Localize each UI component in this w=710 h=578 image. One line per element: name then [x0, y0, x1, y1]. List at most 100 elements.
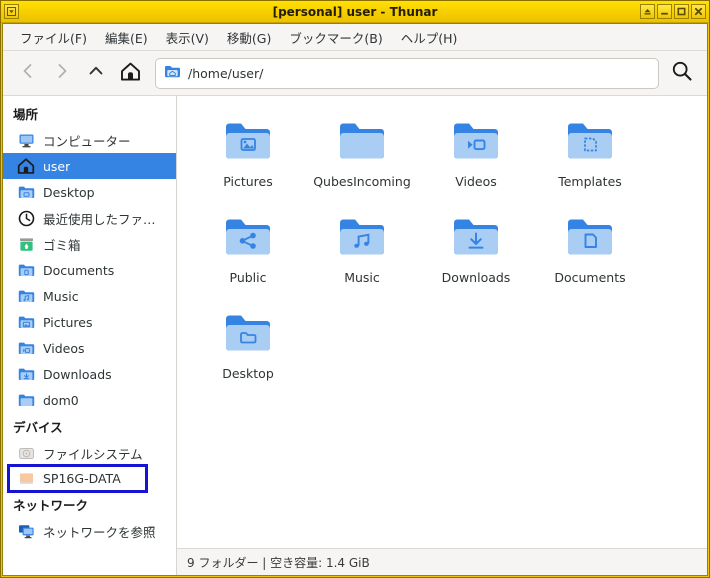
sidebar-item-documents[interactable]: Documents	[3, 257, 176, 283]
sidebar-item-dom0[interactable]: dom0	[3, 387, 176, 413]
home-folder-icon	[164, 63, 181, 84]
menu-view[interactable]: 表示(V)	[157, 25, 218, 50]
folder-templates-icon	[563, 114, 617, 168]
search-button[interactable]	[665, 57, 699, 89]
home-button[interactable]	[113, 57, 147, 89]
sidebar-item-downloads[interactable]: Downloads	[3, 361, 176, 387]
back-button[interactable]	[11, 57, 45, 89]
forward-button[interactable]	[45, 57, 79, 89]
sidebar: 場所 コンピューター user Desktop 最近使用したファ… ゴミ箱 Do…	[3, 96, 177, 575]
sidebar-item-label: コンピューター	[43, 133, 131, 149]
folder-videos-icon	[449, 114, 503, 168]
folder-documents-icon	[17, 261, 35, 279]
file-item-music[interactable]: Music	[305, 206, 419, 302]
file-item-label: Pictures	[223, 174, 273, 189]
folder-desktop-icon	[221, 306, 275, 360]
sidebar-item-pictures[interactable]: Pictures	[3, 309, 176, 335]
menu-go[interactable]: 移動(G)	[218, 25, 280, 50]
sidebar-item-trash[interactable]: ゴミ箱	[3, 231, 176, 257]
file-item-templates[interactable]: Templates	[533, 110, 647, 206]
sidebar-item-label: Videos	[43, 340, 85, 356]
menu-file[interactable]: ファイル(F)	[11, 25, 96, 50]
sidebar-item-videos[interactable]: Videos	[3, 335, 176, 361]
sidebar-section-devices-header: デバイス	[13, 420, 63, 435]
shade-button[interactable]	[640, 4, 655, 19]
sidebar-item-label: Documents	[43, 262, 115, 278]
status-bar: 9 フォルダー | 空き容量: 1.4 GiB	[177, 548, 707, 575]
path-text: /home/user/	[188, 65, 264, 81]
folder-documents-icon	[563, 210, 617, 264]
sidebar-item-label: ゴミ箱	[43, 237, 81, 253]
close-button[interactable]	[691, 4, 706, 19]
file-item-desktop[interactable]: Desktop	[191, 302, 305, 398]
folder-icon	[335, 114, 389, 168]
thunar-window: [personal] user - Thunar ファイル(F) 編集(E) 表…	[0, 0, 710, 578]
file-item-label: QubesIncoming	[313, 174, 411, 189]
clock-icon	[17, 209, 35, 227]
file-item-pictures[interactable]: Pictures	[191, 110, 305, 206]
folder-downloads-icon	[17, 365, 35, 383]
file-item-downloads[interactable]: Downloads	[419, 206, 533, 302]
folder-videos-icon	[17, 339, 35, 357]
sidebar-item-sp16g-data[interactable]: SP16G-DATA	[7, 464, 148, 493]
sidebar-item-filesystem[interactable]: ファイルシステム	[3, 440, 176, 466]
sidebar-item-label: Music	[43, 288, 79, 304]
folder-pictures-icon	[17, 313, 35, 331]
file-item-label: Public	[229, 270, 267, 285]
window-title: [personal] user - Thunar	[272, 5, 438, 19]
window-menu-button[interactable]	[4, 4, 19, 19]
chevron-right-icon	[52, 61, 72, 85]
minimize-button[interactable]	[657, 4, 672, 19]
sidebar-item-label: 最近使用したファ…	[43, 211, 156, 227]
menu-bookmarks[interactable]: ブックマーク(B)	[280, 25, 391, 50]
sidebar-item-recent[interactable]: 最近使用したファ…	[3, 205, 176, 231]
chevron-left-icon	[18, 61, 38, 85]
sidebar-item-label: ネットワークを参照	[43, 524, 156, 540]
status-text: 9 フォルダー | 空き容量: 1.4 GiB	[187, 555, 370, 570]
title-bar: [personal] user - Thunar	[1, 1, 709, 23]
sidebar-item-music[interactable]: Music	[3, 283, 176, 309]
network-icon	[17, 522, 35, 540]
folder-icon	[17, 391, 35, 409]
folder-downloads-icon	[449, 210, 503, 264]
sidebar-item-label: user	[43, 158, 71, 174]
sidebar-item-label: ファイルシステム	[43, 446, 143, 462]
file-item-public[interactable]: Public	[191, 206, 305, 302]
icon-view[interactable]: Pictures QubesIncoming Videos Templates …	[177, 96, 707, 548]
file-item-label: Documents	[554, 270, 626, 285]
main-pane: Pictures QubesIncoming Videos Templates …	[177, 96, 707, 575]
file-item-videos[interactable]: Videos	[419, 110, 533, 206]
file-item-label: Desktop	[222, 366, 274, 381]
sidebar-item-computer[interactable]: コンピューター	[3, 127, 176, 153]
sidebar-item-user[interactable]: user	[3, 153, 176, 179]
sidebar-item-label: dom0	[43, 392, 79, 408]
menu-edit[interactable]: 編集(E)	[96, 25, 157, 50]
path-entry[interactable]: /home/user/	[155, 57, 659, 89]
harddisk-icon	[17, 444, 35, 462]
menu-bar: ファイル(F) 編集(E) 表示(V) 移動(G) ブックマーク(B) ヘルプ(…	[3, 24, 707, 51]
file-item-label: Videos	[455, 174, 497, 189]
file-item-documents[interactable]: Documents	[533, 206, 647, 302]
file-item-qubesincoming[interactable]: QubesIncoming	[305, 110, 419, 206]
maximize-button[interactable]	[674, 4, 689, 19]
search-icon	[670, 59, 694, 87]
sidebar-item-label: Pictures	[43, 314, 93, 330]
home-icon	[120, 61, 141, 86]
folder-music-icon	[17, 287, 35, 305]
sidebar-item-browse-network[interactable]: ネットワークを参照	[3, 518, 176, 544]
client-area: ファイル(F) 編集(E) 表示(V) 移動(G) ブックマーク(B) ヘルプ(…	[2, 23, 708, 576]
folder-pictures-icon	[221, 114, 275, 168]
menu-help[interactable]: ヘルプ(H)	[392, 25, 467, 50]
file-item-label: Music	[344, 270, 380, 285]
trash-icon	[17, 235, 35, 253]
up-button[interactable]	[79, 57, 113, 89]
sidebar-section-network-header: ネットワーク	[13, 498, 89, 513]
chevron-up-icon	[86, 61, 106, 85]
usb-drive-icon	[17, 470, 35, 488]
sidebar-item-label: Downloads	[43, 366, 112, 382]
home-icon	[17, 157, 35, 175]
sidebar-item-label: Desktop	[43, 184, 95, 200]
file-item-label: Templates	[558, 174, 622, 189]
sidebar-item-desktop[interactable]: Desktop	[3, 179, 176, 205]
computer-icon	[17, 131, 35, 149]
